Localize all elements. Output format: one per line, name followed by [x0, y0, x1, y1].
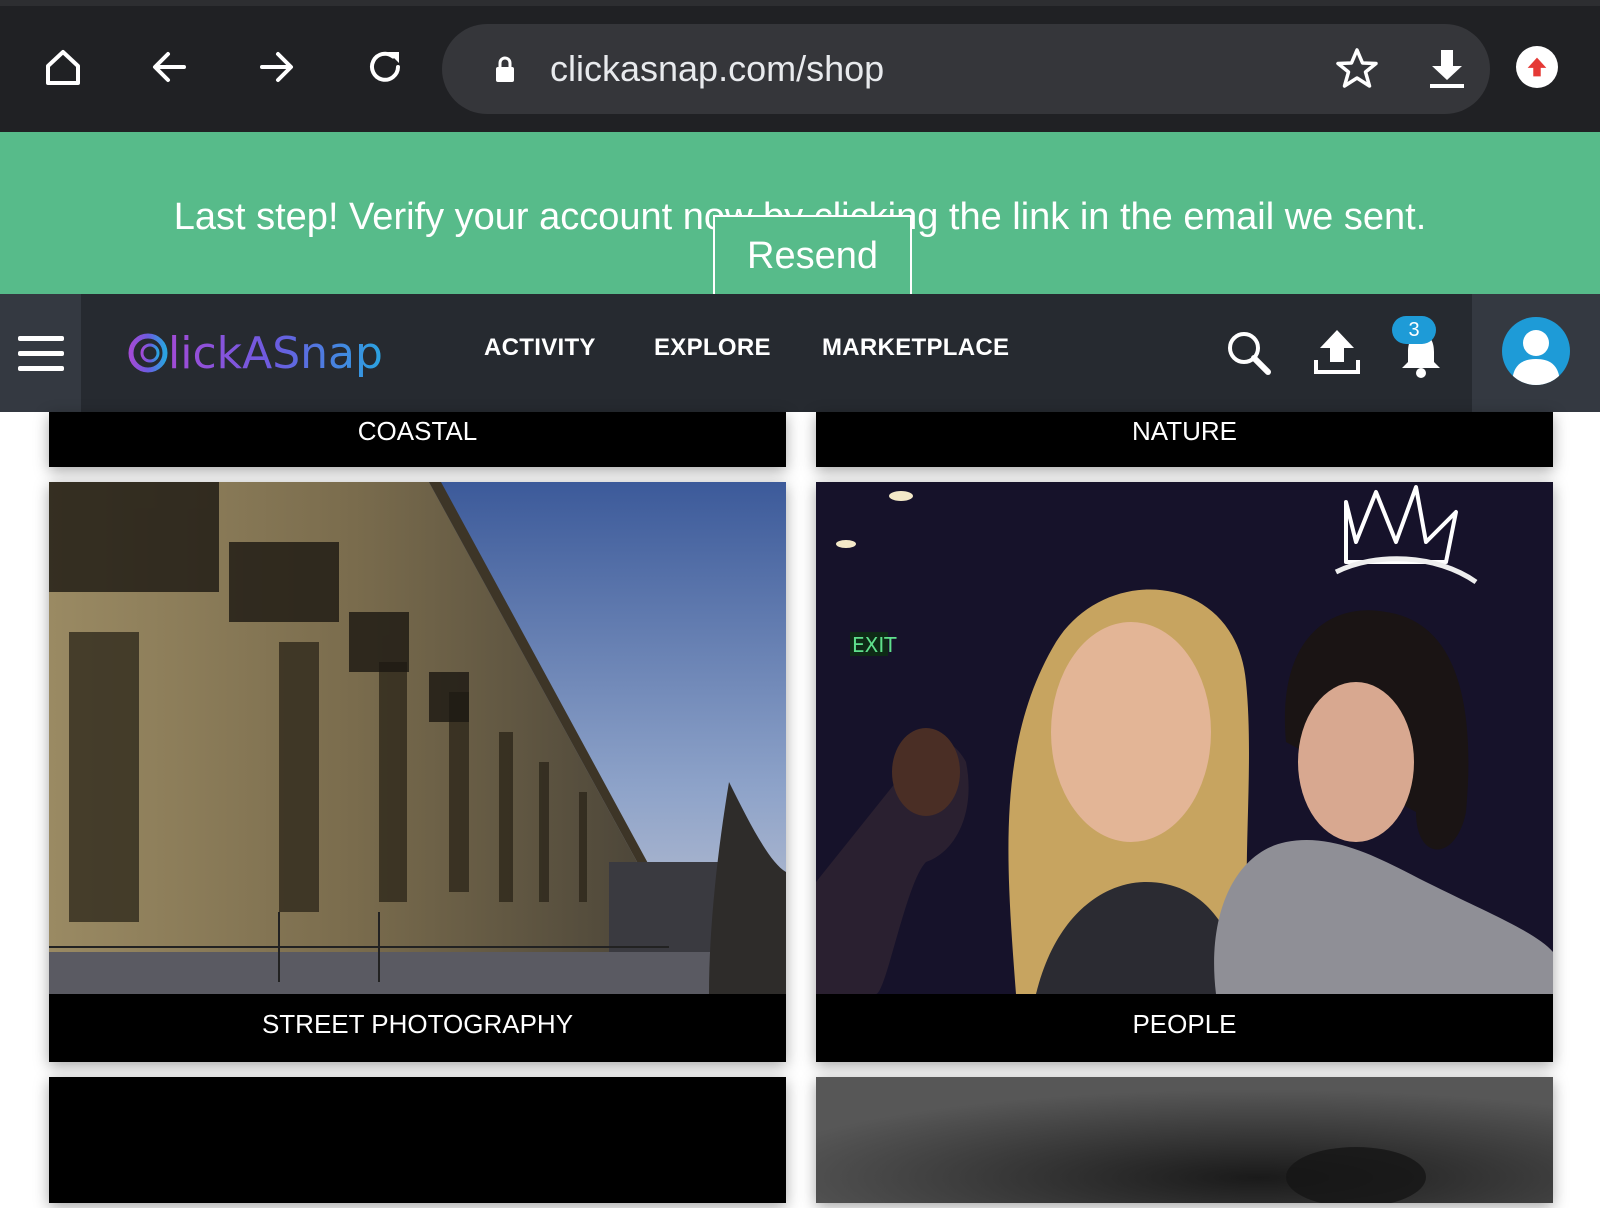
address-bar[interactable]: clickasnap.com/shop [442, 24, 1490, 114]
user-icon[interactable] [1502, 317, 1570, 385]
nav-explore[interactable]: EXPLORE [654, 334, 771, 362]
category-label: PEOPLE [1132, 1009, 1237, 1039]
download-icon[interactable] [1422, 44, 1472, 94]
tab-strip [0, 0, 1600, 6]
user-menu[interactable] [1472, 294, 1600, 412]
clickasnap-logo[interactable]: lickASnap [126, 320, 426, 386]
category-card-dark[interactable] [49, 1077, 786, 1203]
svg-text:EXIT: EXIT [852, 633, 897, 657]
url-text[interactable]: clickasnap.com/shop [550, 44, 884, 94]
category-card-nature[interactable]: NATURE [816, 412, 1553, 467]
people-photo: EXIT [816, 482, 1553, 994]
back-icon[interactable] [142, 40, 196, 94]
lock-icon [496, 56, 514, 82]
nav-marketplace[interactable]: MARKETPLACE [822, 334, 1009, 362]
home-icon[interactable] [36, 40, 90, 94]
logo-text: lickASnap [168, 328, 383, 379]
nav-activity[interactable]: ACTIVITY [484, 334, 596, 362]
category-card-people[interactable]: EXIT PEOPLE [816, 482, 1553, 1062]
category-card-mono[interactable] [816, 1077, 1553, 1207]
site-header: lickASnap ACTIVITY EXPLORE MARKETPLACE [0, 294, 1600, 412]
reload-icon[interactable] [358, 40, 412, 94]
star-icon[interactable] [1332, 44, 1382, 94]
category-label: STREET PHOTOGRAPHY [261, 1009, 574, 1039]
street-photo [49, 482, 786, 994]
search-icon[interactable] [1222, 326, 1276, 380]
menu-icon[interactable] [0, 294, 81, 412]
upload-extension-icon[interactable] [1516, 46, 1558, 88]
mono-photo [816, 1077, 1553, 1207]
notification-badge: 3 [1392, 316, 1436, 344]
upload-icon[interactable] [1310, 326, 1364, 380]
resend-button[interactable]: Resend [713, 215, 912, 295]
category-card-coastal[interactable]: COASTAL [49, 412, 786, 467]
forward-icon[interactable] [250, 40, 304, 94]
category-label: COASTAL [357, 416, 478, 446]
category-label: NATURE [1132, 416, 1237, 446]
browser-toolbar: clickasnap.com/shop [0, 0, 1600, 132]
category-card-street-photography[interactable]: STREET PHOTOGRAPHY [49, 482, 786, 1062]
